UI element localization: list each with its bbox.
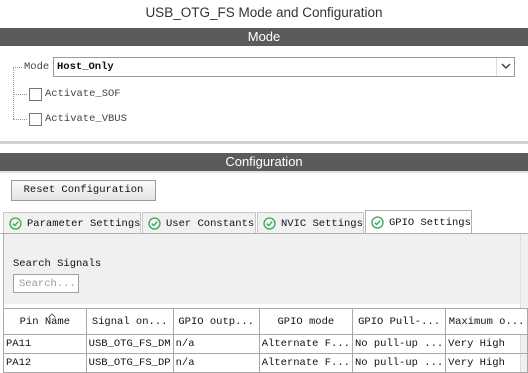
search-signals-label: Search Signals <box>13 258 102 270</box>
mode-dropdown-value: Host_Only <box>57 61 114 73</box>
reset-configuration-button[interactable]: Reset Configuration <box>11 180 156 201</box>
tab-label: Parameter Settings <box>27 218 141 230</box>
column-header-gpio-pull[interactable]: GPIO Pull-... <box>351 308 447 335</box>
section-divider <box>0 141 528 144</box>
sort-ascending-icon <box>48 310 56 322</box>
check-circle-icon <box>148 217 161 233</box>
tab-gpio-settings[interactable]: GPIO Settings <box>365 210 472 235</box>
cell-maximum-output: Very High <box>445 334 528 354</box>
check-circle-icon <box>9 217 22 233</box>
configuration-section-header: Configuration <box>0 153 528 171</box>
tab-parameter-settings[interactable]: Parameter Settings <box>3 212 141 234</box>
tree-connector <box>13 94 27 95</box>
tab-nvic-settings[interactable]: NVIC Settings <box>257 212 364 234</box>
tree-connector <box>13 67 22 68</box>
cell-pin-name: PA12 <box>3 353 87 373</box>
activate-vbus-label: Activate_VBUS <box>45 113 127 125</box>
tab-label: NVIC Settings <box>281 218 363 230</box>
column-header-pin-name[interactable]: Pin Name <box>3 308 87 335</box>
section-divider <box>0 171 528 173</box>
cell-gpio-mode: Alternate F... <box>258 353 353 373</box>
mode-section-header: Mode <box>0 28 528 46</box>
cell-gpio-mode: Alternate F... <box>258 334 353 354</box>
tree-connector <box>13 67 14 119</box>
gpio-signals-table: Pin Name Signal on... GPIO outp... GPIO … <box>3 308 528 373</box>
config-tabs: Parameter Settings User Constants NVIC S… <box>3 210 528 235</box>
column-header-gpio-mode[interactable]: GPIO mode <box>258 308 353 335</box>
activate-vbus-checkbox[interactable] <box>29 113 42 126</box>
table-row[interactable]: PA12 USB_OTG_FS_DP n/a Alternate F... No… <box>3 353 528 373</box>
tree-connector <box>13 119 27 120</box>
search-signals-field[interactable] <box>14 275 78 293</box>
check-circle-icon <box>371 216 384 232</box>
mode-dropdown[interactable]: Host_Only <box>53 57 515 77</box>
cell-gpio-pull: No pull-up ... <box>351 334 447 354</box>
chevron-down-icon[interactable] <box>496 58 514 76</box>
table-header-row: Pin Name Signal on... GPIO outp... GPIO … <box>3 308 528 335</box>
search-signals-input[interactable] <box>13 274 79 293</box>
cell-gpio-output: n/a <box>172 353 260 373</box>
mode-label: Mode <box>24 61 50 73</box>
cell-maximum-output: Very High <box>445 353 528 373</box>
check-circle-icon <box>263 217 276 233</box>
activate-sof-label: Activate_SOF <box>45 88 121 100</box>
cell-gpio-pull: No pull-up ... <box>351 353 447 373</box>
tab-user-constants[interactable]: User Constants <box>142 212 256 234</box>
column-header-signal[interactable]: Signal on... <box>85 308 174 335</box>
cell-pin-name: PA11 <box>3 334 87 354</box>
tab-label: User Constants <box>166 218 255 230</box>
table-row[interactable]: PA11 USB_OTG_FS_DM n/a Alternate F... No… <box>3 334 528 354</box>
cell-signal: USB_OTG_FS_DP <box>85 353 174 373</box>
column-header-gpio-output[interactable]: GPIO outp... <box>172 308 260 335</box>
column-header-maximum-output[interactable]: Maximum o... <box>445 308 528 335</box>
activate-sof-checkbox[interactable] <box>29 88 42 101</box>
tab-label: GPIO Settings <box>389 217 471 229</box>
window-title: USB_OTG_FS Mode and Configuration <box>145 5 383 20</box>
cell-signal: USB_OTG_FS_DM <box>85 334 174 354</box>
cell-gpio-output: n/a <box>172 334 260 354</box>
